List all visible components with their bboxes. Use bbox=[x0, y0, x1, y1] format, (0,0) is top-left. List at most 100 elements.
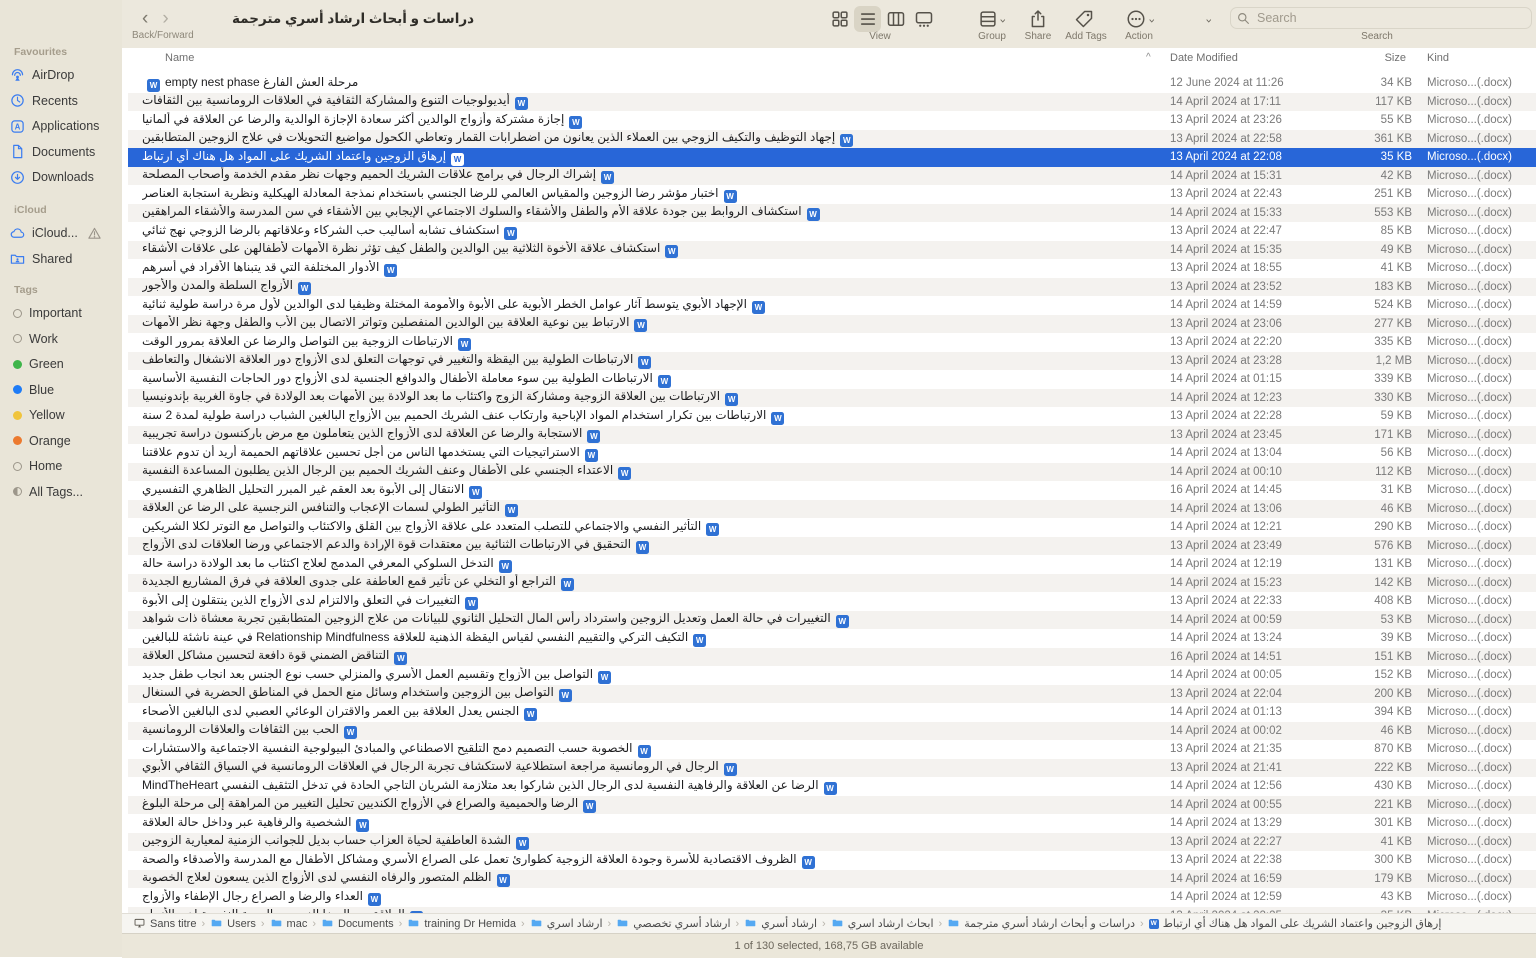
sidebar-item-recents[interactable]: Recents bbox=[10, 90, 118, 112]
back-icon[interactable]: ‹ bbox=[142, 8, 162, 29]
file-row[interactable]: Wأيديولوجيات التنوع والمشاركة الثقافية ف… bbox=[128, 93, 1536, 112]
path-item[interactable]: Wإرهاق الزوجين واعتماد الشريك على المواد… bbox=[1149, 917, 1442, 930]
file-row[interactable]: Wالتواصل بين الأزواج وتقسيم العمل الأسري… bbox=[128, 666, 1536, 685]
sidebar-item-airdrop[interactable]: AirDrop bbox=[10, 64, 118, 86]
view-columns-icon[interactable] bbox=[886, 9, 906, 29]
file-row[interactable]: Wالجنس يعدل العلاقة بين العمر والاقتران … bbox=[128, 703, 1536, 722]
file-row[interactable]: Wالشخصية والرفاهية عبر وداخل حالة العلاق… bbox=[128, 814, 1536, 833]
file-name: اختبار مؤشر رضا الزوجين والمقياس العالمي… bbox=[142, 186, 719, 200]
file-row[interactable]: Wالإجهاد الأبوي يتوسط آثار عوامل الخطر ا… bbox=[128, 296, 1536, 315]
file-row[interactable]: Wالخصوبة حسب التصميم دمج التلقيح الاصطنا… bbox=[128, 740, 1536, 759]
file-row[interactable]: Wالارتباط بين نوعية العلاقة بين الوالدين… bbox=[128, 315, 1536, 334]
file-row[interactable]: Wالارتباطات بين تكرار استخدام المواد الإ… bbox=[128, 407, 1536, 426]
file-row[interactable]: Wالاستراتيجيات التي يستخدمها الناس من أج… bbox=[128, 444, 1536, 463]
sidebar-item-all-tags[interactable]: All Tags... bbox=[10, 481, 118, 503]
file-row[interactable]: Wالتأثير النفسي والاجتماعي للتصلب المتعد… bbox=[128, 518, 1536, 537]
file-row[interactable]: Wالشدة العاطفية لحياة العزاب حساب بديل ل… bbox=[128, 833, 1536, 852]
file-name-cell: Wالتأثير النفسي والاجتماعي للتصلب المتعد… bbox=[142, 519, 1142, 536]
file-row[interactable]: Wإرهاق الزوجين واعتماد الشريك على المواد… bbox=[128, 148, 1536, 167]
file-date-modified: 13 April 2024 at 23:26 bbox=[1170, 114, 1282, 126]
forward-icon[interactable]: › bbox=[162, 8, 182, 29]
path-item[interactable]: mac bbox=[270, 918, 308, 930]
file-size: 46 KB bbox=[1278, 503, 1412, 515]
path-item[interactable]: training Dr Hemida bbox=[407, 918, 516, 930]
file-row[interactable]: Wالرضا والحميمية والصراع في الأزواج الكن… bbox=[128, 796, 1536, 815]
sidebar-item-orange[interactable]: Orange bbox=[10, 430, 118, 452]
column-header-name[interactable]: Name bbox=[165, 52, 194, 64]
file-row[interactable]: Wالرضا عن العلاقة والرفاهية النفسية لدى … bbox=[128, 777, 1536, 796]
toolbar: ‹› Back/Forward دراسات و أبحاث ارشاد أسر… bbox=[122, 0, 1536, 49]
file-row[interactable]: Wإشراك الرجال في برامج علاقات الشريك الح… bbox=[128, 167, 1536, 186]
file-row[interactable]: Wإجهاد التوظيف والتكيف الزوجي بين العملا… bbox=[128, 130, 1536, 149]
file-row[interactable]: Wالعداء والرضا و الصراع رجال الإطفاء وال… bbox=[128, 888, 1536, 907]
file-row[interactable]: Wالأدوار المختلفة التي قد يتبناها الأفرا… bbox=[128, 259, 1536, 278]
sidebar-item-home[interactable]: Home bbox=[10, 455, 118, 477]
action-icon[interactable] bbox=[1126, 9, 1146, 29]
search-input[interactable] bbox=[1255, 10, 1525, 26]
file-row[interactable]: Wالتناقض الضمني قوة دافعة لتحسين مشاكل ا… bbox=[128, 648, 1536, 667]
file-row[interactable]: Wالتكيف التركي والتقييم النفسي لقياس الي… bbox=[128, 629, 1536, 648]
path-item[interactable]: ارشاد أسري تخصصي bbox=[616, 917, 730, 930]
file-row[interactable]: Wالارتباطات الطولية بين سوء معاملة الأطف… bbox=[128, 370, 1536, 389]
sidebar-item-shared[interactable]: Shared bbox=[10, 248, 118, 270]
file-row[interactable]: Wالارتباطات الزوجية بين التواصل والرضا ع… bbox=[128, 333, 1536, 352]
path-item[interactable]: ارشاد أسري bbox=[744, 917, 817, 930]
file-name: الرجال في الرومانسية مراجعة استطلاعية لا… bbox=[142, 759, 719, 773]
search-field[interactable] bbox=[1230, 7, 1532, 29]
file-row[interactable]: Wاستكشاف تشابه أساليب حب الشركاء وعلاقات… bbox=[128, 222, 1536, 241]
sidebar-item-work[interactable]: Work bbox=[10, 328, 118, 350]
file-row[interactable]: Wالاستجابة والرضا عن العلاقة لدى الأزواج… bbox=[128, 426, 1536, 445]
file-name-cell: Wالتواصل بين الزوجين واستخدام وسائل منع … bbox=[142, 685, 1142, 702]
sidebar-item-applications[interactable]: AApplications bbox=[10, 115, 118, 137]
path-item[interactable]: Users bbox=[210, 918, 256, 930]
sort-ascending-icon[interactable]: ^ bbox=[1146, 52, 1151, 63]
view-list-icon[interactable] bbox=[858, 9, 878, 29]
file-row[interactable]: Wالتدخل السلوكي المعرفي المدمج لعلاج اكت… bbox=[128, 555, 1536, 574]
sidebar-item-documents[interactable]: Documents bbox=[10, 141, 118, 163]
file-row[interactable]: Wالتراجع أو التخلي عن تأثير قمع العاطفة … bbox=[128, 574, 1536, 593]
file-row[interactable]: Wالظروف الاقتصادية للأسرة وجودة العلاقة … bbox=[128, 851, 1536, 870]
file-row[interactable]: Wاستكشاف علاقة الأخوة الثلاثية بين الوال… bbox=[128, 241, 1536, 260]
file-date-modified: 14 April 2024 at 01:15 bbox=[1170, 373, 1282, 385]
view-grid-icon[interactable] bbox=[830, 9, 850, 29]
file-row[interactable]: Wالرجال في الرومانسية مراجعة استطلاعية ل… bbox=[128, 759, 1536, 778]
file-row[interactable]: Wاستكشاف الروابط بين جودة علاقة الأم وال… bbox=[128, 204, 1536, 223]
view-gallery-icon[interactable] bbox=[914, 9, 934, 29]
group-icon[interactable] bbox=[978, 9, 998, 29]
sidebar-item-important[interactable]: Important bbox=[10, 302, 118, 324]
back-forward-buttons[interactable]: ‹› bbox=[142, 8, 183, 30]
column-header-date-modified[interactable]: Date Modified bbox=[1170, 52, 1238, 64]
share-icon[interactable] bbox=[1028, 9, 1048, 29]
file-row[interactable]: Wالظلم المتصور والرفاه النفسي لدى الأزوا… bbox=[128, 870, 1536, 889]
sidebar-item-green[interactable]: Green bbox=[10, 353, 118, 375]
sidebar-item-downloads[interactable]: Downloads bbox=[10, 166, 118, 188]
file-date-modified: 13 April 2024 at 23:06 bbox=[1170, 318, 1282, 330]
file-row[interactable]: Wالتغييرات في حالة العمل وتعديل الزوجين … bbox=[128, 611, 1536, 630]
path-item[interactable]: ارشاد اسري bbox=[530, 917, 603, 930]
file-row[interactable]: Wالحب بين الثقافات والعلاقات الرومانسية1… bbox=[128, 722, 1536, 741]
file-row[interactable]: Wالأزواج السلطة والمدن والأجور13 April 2… bbox=[128, 278, 1536, 297]
file-row[interactable]: Wاختبار مؤشر رضا الزوجين والمقياس العالم… bbox=[128, 185, 1536, 204]
file-row[interactable]: Wالانتقال إلى الأبوة بعد العقم غير المبر… bbox=[128, 481, 1536, 500]
file-row[interactable]: Wإجازة مشتركة وأزواج الوالدين أكثر سعادة… bbox=[128, 111, 1536, 130]
file-row[interactable]: Wالتواصل بين الزوجين واستخدام وسائل منع … bbox=[128, 685, 1536, 704]
file-row[interactable]: Wالتغييرات في التعلق والالتزام لدى الأزو… bbox=[128, 592, 1536, 611]
sidebar-item-icloud[interactable]: iCloud... bbox=[10, 222, 118, 244]
file-row[interactable]: Wالتحقيق في الارتباطات الثنائية بين معتق… bbox=[128, 537, 1536, 556]
column-header-size[interactable]: Size bbox=[1302, 52, 1406, 64]
file-row[interactable]: Wempty nest phase مرحلة العش الفارغ12 Ju… bbox=[128, 74, 1536, 93]
toolbar-chevron-down-icon[interactable] bbox=[1205, 14, 1215, 24]
sidebar-item-blue[interactable]: Blue bbox=[10, 379, 118, 401]
sidebar-item-yellow[interactable]: Yellow bbox=[10, 404, 118, 426]
action-chevron-down-icon bbox=[1148, 14, 1158, 24]
column-header-kind[interactable]: Kind bbox=[1427, 52, 1449, 64]
file-row[interactable]: Wالارتباطات بين العلاقة الزوجية ومشاركة … bbox=[128, 389, 1536, 408]
file-row[interactable]: Wالارتباطات الطولية بين اليقظة والتغيير … bbox=[128, 352, 1536, 371]
add-tags-icon[interactable] bbox=[1074, 9, 1094, 29]
path-item[interactable]: دراسات و أبحاث ارشاد أسري مترجمة bbox=[947, 917, 1135, 930]
path-item[interactable]: Documents bbox=[321, 918, 394, 930]
file-row[interactable]: Wالتأثير الطولي لسمات الإعجاب والتنافس ا… bbox=[128, 500, 1536, 519]
file-row[interactable]: Wالاعتداء الجنسي على الأطفال وعنف الشريك… bbox=[128, 463, 1536, 482]
path-item[interactable]: ابحاث ارشاد اسري bbox=[831, 917, 934, 930]
path-item[interactable]: Sans titre bbox=[133, 918, 196, 930]
